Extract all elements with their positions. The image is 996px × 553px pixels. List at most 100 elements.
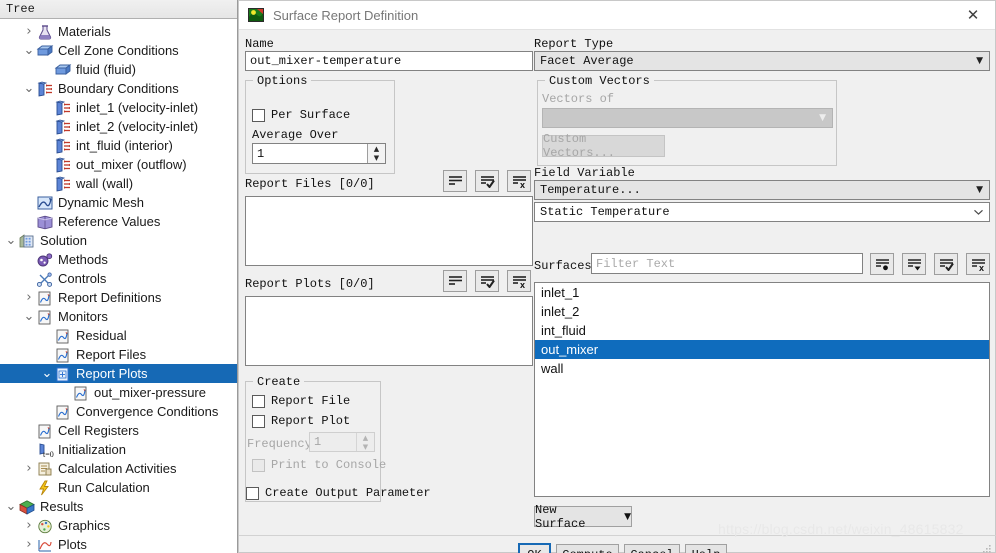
create-output-parameter-checkbox[interactable]: Create Output Parameter <box>246 486 431 500</box>
surface-list-item[interactable]: wall <box>535 359 989 378</box>
field-variable-category-value: Temperature... <box>540 183 641 197</box>
report-files-check-all-icon[interactable] <box>475 170 499 192</box>
spin-down-icon[interactable]: ▼ <box>357 442 374 451</box>
tree-item-materials[interactable]: › Materials <box>0 22 237 41</box>
chevron-right-icon[interactable]: › <box>22 535 36 553</box>
surface-list-item[interactable]: inlet_1 <box>535 283 989 302</box>
tree-item-run-calculation[interactable]: Run Calculation <box>0 478 237 497</box>
surfaces-check-all-icon[interactable] <box>934 253 958 275</box>
tree-item-cell-registers[interactable]: Cell Registers <box>0 421 237 440</box>
per-surface-checkbox[interactable]: Per Surface <box>252 108 350 122</box>
chevron-down-icon[interactable]: ⌄ <box>22 311 36 322</box>
report-type-select[interactable]: Facet Average ▼ <box>534 51 990 71</box>
surfaces-select-icon[interactable] <box>870 253 894 275</box>
results-icon <box>18 499 36 515</box>
calc-activities-icon <box>36 461 54 477</box>
boundary-icon <box>54 119 72 135</box>
tree-item-graphics[interactable]: ›Graphics <box>0 516 237 535</box>
help-button[interactable]: Help <box>685 544 727 553</box>
initialization-icon: t=0 <box>36 442 54 458</box>
spin-down-icon[interactable]: ▼ <box>368 154 385 164</box>
create-output-parameter-label: Create Output Parameter <box>265 486 431 500</box>
chevron-down-icon[interactable]: ⌄ <box>22 45 36 56</box>
print-to-console-checkbox[interactable]: Print to Console <box>252 458 386 472</box>
report-files-list-icon[interactable] <box>443 170 467 192</box>
chevron-down-icon[interactable]: ⌄ <box>22 83 36 94</box>
tree-item-boundary-conditions[interactable]: ⌄Boundary Conditions <box>0 79 237 98</box>
close-icon[interactable]: ✕ <box>951 1 995 28</box>
surfaces-listbox[interactable]: inlet_1inlet_2int_fluidout_mixerwall <box>534 282 990 497</box>
surface-list-item[interactable]: out_mixer <box>535 340 989 359</box>
tree-item-cell-zone-conditions[interactable]: ⌄Cell Zone Conditions <box>0 41 237 60</box>
tree-panel: Tree › Materials⌄Cell Zone Conditionsflui… <box>0 0 238 553</box>
tree-item-label: Materials <box>58 22 111 41</box>
report-file-checkbox[interactable]: Report File <box>252 394 350 408</box>
frequency-spin-buttons[interactable]: ▲ ▼ <box>356 433 374 451</box>
chevron-right-icon[interactable]: › <box>22 288 36 307</box>
chevron-right-icon[interactable]: › <box>22 516 36 535</box>
tree-item-report-definitions[interactable]: ›Report Definitions <box>0 288 237 307</box>
vectors-of-select[interactable]: ▼ <box>542 108 833 128</box>
per-surface-label: Per Surface <box>271 108 350 122</box>
report-plots-list-icon[interactable] <box>443 270 467 292</box>
chevron-down-icon[interactable]: ⌄ <box>4 235 18 246</box>
chevron-right-icon[interactable]: › <box>22 459 36 478</box>
new-surface-button[interactable]: New Surface ▼ <box>534 506 632 527</box>
surface-list-item[interactable]: inlet_2 <box>535 302 989 321</box>
tree-item-reference-values[interactable]: Reference Values <box>0 212 237 231</box>
chevron-right-icon[interactable]: › <box>22 22 36 41</box>
tree-item-dynamic-mesh[interactable]: Dynamic Mesh <box>0 193 237 212</box>
chevron-down-icon <box>973 207 984 218</box>
name-input[interactable]: out_mixer-temperature <box>245 51 533 71</box>
tree-item-initialization[interactable]: t=0Initialization <box>0 440 237 459</box>
tree-item-methods[interactable]: Methods <box>0 250 237 269</box>
tree-list[interactable]: › Materials⌄Cell Zone Conditionsfluid (fl… <box>0 19 237 553</box>
chevron-down-icon[interactable]: ⌄ <box>40 368 54 379</box>
tree-item-calculation-activities[interactable]: ›Calculation Activities <box>0 459 237 478</box>
surface-list-item[interactable]: int_fluid <box>535 321 989 340</box>
tree-item-convergence-conditions[interactable]: Convergence Conditions <box>0 402 237 421</box>
ok-button[interactable]: OK <box>518 543 551 553</box>
tree-item-int-fluid-interior[interactable]: int_fluid (interior) <box>0 136 237 155</box>
report-files-uncheck-all-icon[interactable]: x <box>507 170 531 192</box>
chevron-down-icon[interactable]: ⌄ <box>4 501 18 512</box>
tree-item-residual[interactable]: Residual <box>0 326 237 345</box>
custom-vectors-button[interactable]: Custom Vectors... <box>542 135 665 157</box>
tree-item-inlet-2-velocity-inlet[interactable]: inlet_2 (velocity-inlet) <box>0 117 237 136</box>
spin-up-icon[interactable]: ▲ <box>357 433 374 442</box>
report-file-label: Report File <box>271 394 350 408</box>
resize-grip[interactable] <box>982 541 992 551</box>
tree-item-out-mixer-outflow[interactable]: out_mixer (outflow) <box>0 155 237 174</box>
compute-button[interactable]: Compute <box>556 544 619 553</box>
tree-item-controls[interactable]: Controls <box>0 269 237 288</box>
tree-item-solution[interactable]: ⌄Solution <box>0 231 237 250</box>
tree-item-inlet-1-velocity-inlet[interactable]: inlet_1 (velocity-inlet) <box>0 98 237 117</box>
surfaces-filter-input[interactable]: Filter Text <box>591 253 863 274</box>
tree-panel-header: Tree <box>0 0 237 19</box>
report-plots-check-all-icon[interactable] <box>475 270 499 292</box>
report-plot-checkbox[interactable]: Report Plot <box>252 414 350 428</box>
tree-item-report-plots[interactable]: ⌄Report Plots <box>0 364 237 383</box>
average-over-stepper[interactable]: 1 ▲ ▼ <box>252 143 386 164</box>
average-over-spin-buttons[interactable]: ▲ ▼ <box>367 144 385 163</box>
tree-item-results[interactable]: ⌄Results <box>0 497 237 516</box>
spin-up-icon[interactable]: ▲ <box>368 144 385 154</box>
report-files-listbox[interactable] <box>245 196 533 266</box>
frequency-stepper[interactable]: 1 ▲ ▼ <box>309 432 375 452</box>
tree-item-report-files[interactable]: Report Files <box>0 345 237 364</box>
tree-item-label: Run Calculation <box>58 478 150 497</box>
tree-item-plots[interactable]: ›Plots <box>0 535 237 553</box>
surfaces-uncheck-all-icon[interactable]: x <box>966 253 990 275</box>
report-plots-uncheck-all-icon[interactable]: x <box>507 270 531 292</box>
field-variable-select[interactable]: Static Temperature <box>534 202 990 222</box>
tree-item-monitors[interactable]: ⌄Monitors <box>0 307 237 326</box>
field-variable-category-select[interactable]: Temperature... ▼ <box>534 180 990 200</box>
report-type-value: Facet Average <box>540 54 634 68</box>
cancel-button[interactable]: Cancel <box>624 544 680 553</box>
tree-item-out-mixer-pressure[interactable]: out_mixer-pressure <box>0 383 237 402</box>
report-plots-listbox[interactable] <box>245 296 533 366</box>
surfaces-dropdown-icon[interactable] <box>902 253 926 275</box>
tree-item-fluid-fluid[interactable]: fluid (fluid) <box>0 60 237 79</box>
tree-item-wall-wall[interactable]: wall (wall) <box>0 174 237 193</box>
tree-item-label: int_fluid (interior) <box>76 136 173 155</box>
